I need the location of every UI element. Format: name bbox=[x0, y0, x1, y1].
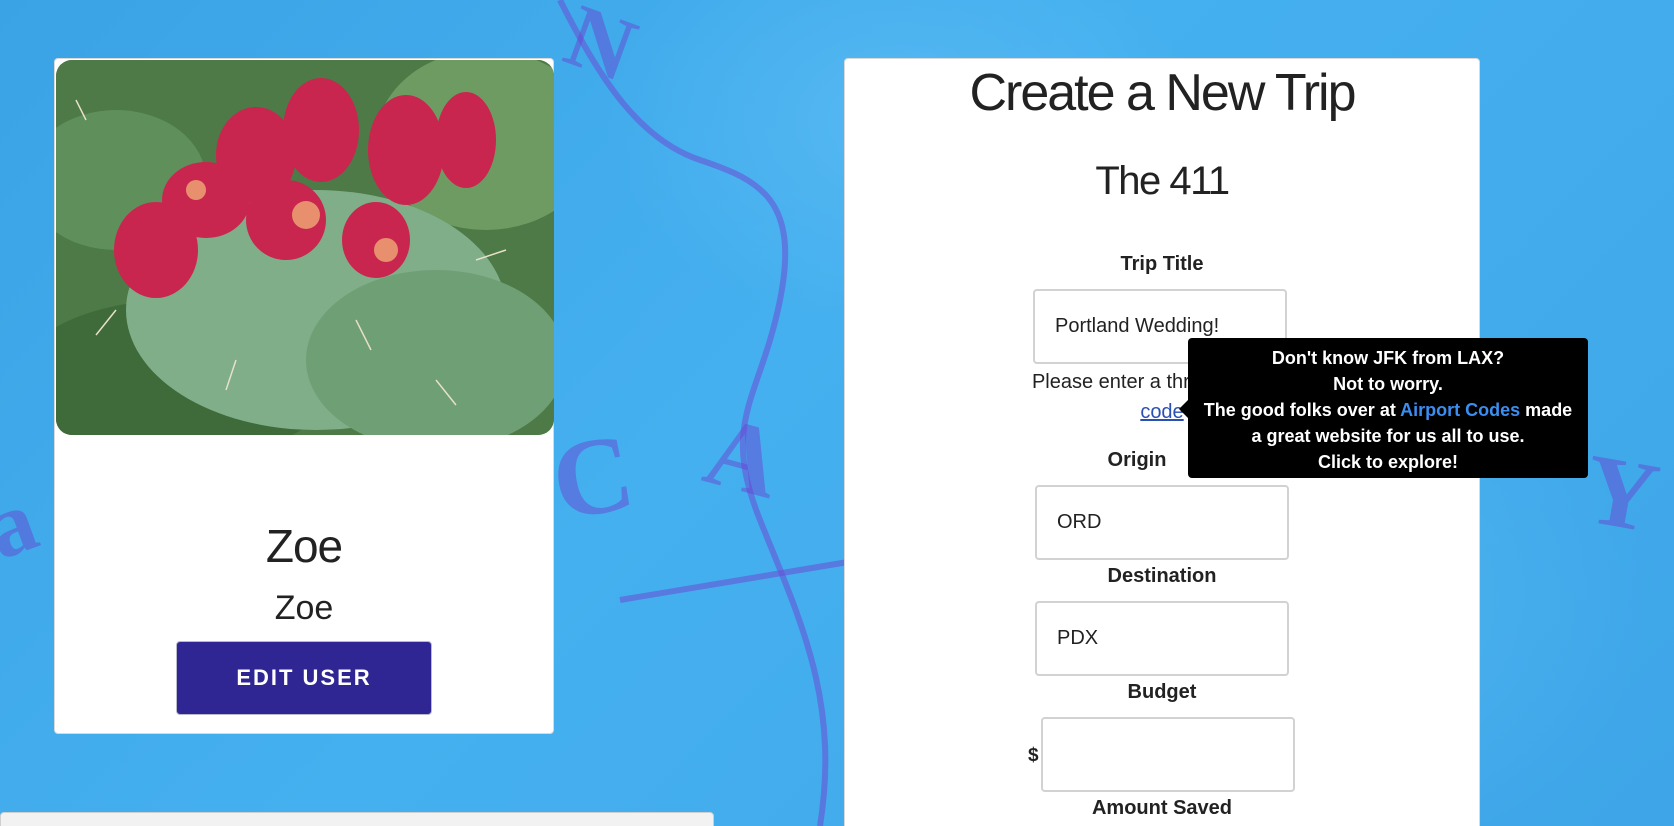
origin-input[interactable] bbox=[1035, 485, 1289, 560]
profile-card: Zoe Zoe EDIT USER bbox=[54, 58, 554, 734]
destination-input[interactable] bbox=[1035, 601, 1289, 676]
svg-text:a: a bbox=[0, 470, 49, 578]
svg-text:Y: Y bbox=[1576, 432, 1666, 554]
airport-codes-link[interactable]: Airport Codes bbox=[1400, 400, 1520, 420]
tooltip-line-2: Not to worry. bbox=[1333, 374, 1443, 394]
bottom-panel-edge bbox=[0, 812, 714, 826]
tooltip-line-3-prefix: The good folks over at bbox=[1203, 400, 1401, 420]
tooltip-line-3-suffix: made bbox=[1520, 400, 1573, 420]
svg-text:A: A bbox=[694, 394, 792, 520]
tooltip-line-3: The good folks over at Airport Codes mad… bbox=[1188, 397, 1588, 423]
currency-symbol: $ bbox=[1028, 745, 1039, 766]
page-title: Create a New Trip bbox=[969, 64, 1356, 122]
airport-code-tooltip: Don't know JFK from LAX? Not to worry. T… bbox=[1179, 338, 1588, 478]
edit-user-button[interactable]: EDIT USER bbox=[176, 641, 432, 715]
destination-label: Destination bbox=[1107, 565, 1217, 587]
tooltip-line-4: a great website for us all to use. bbox=[1251, 426, 1525, 446]
section-subtitle: The 411 bbox=[1095, 159, 1230, 203]
cactus-image bbox=[56, 60, 554, 435]
tooltip-line-5: Click to explore! bbox=[1317, 452, 1459, 472]
svg-text:C: C bbox=[543, 410, 642, 544]
airport-code-link[interactable]: code bbox=[1140, 401, 1183, 423]
trip-title-label: Trip Title bbox=[1120, 253, 1204, 275]
amount-saved-label: Amount Saved bbox=[1091, 797, 1233, 819]
profile-photo bbox=[56, 60, 554, 435]
tooltip-line-1: Don't know JFK from LAX? bbox=[1271, 348, 1505, 368]
budget-label: Budget bbox=[1127, 681, 1197, 703]
profile-username: Zoe bbox=[274, 589, 334, 627]
budget-input[interactable] bbox=[1041, 717, 1295, 792]
profile-name: Zoe bbox=[265, 520, 343, 572]
